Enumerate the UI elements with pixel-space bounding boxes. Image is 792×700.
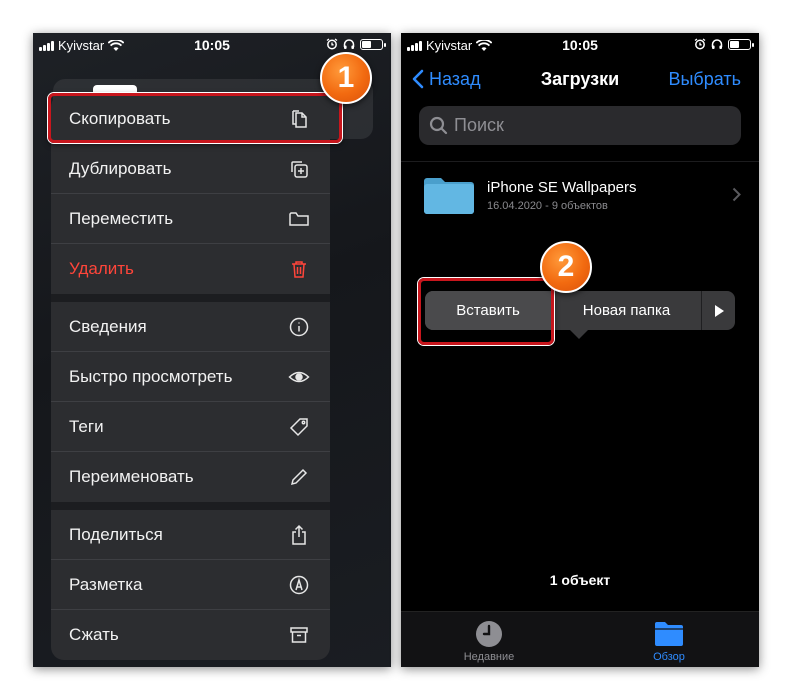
info-icon bbox=[288, 316, 310, 338]
menu-item-label: Быстро просмотреть bbox=[69, 366, 233, 386]
step-badge-2: 2 bbox=[540, 241, 592, 293]
menu-item-delete[interactable]: Удалить bbox=[51, 244, 330, 294]
menu-item-label: Теги bbox=[69, 416, 104, 436]
duplicate-icon bbox=[288, 158, 310, 180]
search-icon bbox=[429, 116, 448, 135]
menu-item-markup[interactable]: Разметка bbox=[51, 560, 330, 610]
menu-item-label: Сведения bbox=[69, 316, 147, 336]
alarm-icon bbox=[694, 38, 706, 50]
new-folder-button[interactable]: Новая папка bbox=[551, 291, 701, 330]
menu-item-share[interactable]: Поделиться bbox=[51, 510, 330, 560]
tab-browse-label: Обзор bbox=[653, 651, 685, 663]
headphones-icon bbox=[343, 39, 355, 49]
tag-icon bbox=[288, 416, 310, 438]
menu-item-duplicate[interactable]: Дублировать bbox=[51, 144, 330, 194]
trash-icon bbox=[288, 258, 310, 280]
folder-meta: 16.04.2020 - 9 объектов bbox=[487, 200, 608, 212]
menu-item-rename[interactable]: Переименовать bbox=[51, 452, 330, 502]
menu-item-info[interactable]: Сведения bbox=[51, 302, 330, 352]
menu-item-label: Переименовать bbox=[69, 467, 194, 486]
highlight-paste-callout bbox=[418, 278, 554, 345]
search-placeholder: Поиск bbox=[454, 115, 504, 135]
folder-icon bbox=[424, 178, 474, 214]
share-icon bbox=[288, 524, 310, 546]
menu-separator bbox=[51, 294, 330, 302]
menu-separator bbox=[51, 502, 330, 510]
menu-item-tags[interactable]: Теги bbox=[51, 402, 330, 452]
menu-item-label: Переместить bbox=[69, 208, 174, 228]
menu-item-label: Поделиться bbox=[69, 524, 163, 544]
tab-browse[interactable]: Обзор bbox=[609, 620, 729, 663]
menu-item-compress[interactable]: Сжать bbox=[51, 610, 330, 660]
markup-icon bbox=[288, 574, 310, 596]
battery-icon bbox=[728, 38, 754, 50]
archive-icon bbox=[288, 624, 310, 646]
battery-icon bbox=[360, 38, 386, 50]
headphones-icon bbox=[711, 39, 723, 49]
context-menu: Скопировать Дублировать Переместить Удал… bbox=[51, 94, 330, 660]
chevron-right-icon bbox=[732, 187, 741, 207]
item-count: 1 объект bbox=[549, 572, 611, 588]
folder-list-item[interactable]: iPhone SE Wallpapers 16.04.2020 - 9 объе… bbox=[401, 169, 759, 229]
menu-item-label: Сжать bbox=[69, 625, 119, 644]
folder-icon bbox=[288, 208, 310, 230]
more-options-button[interactable] bbox=[701, 291, 735, 330]
edit-menu-pointer bbox=[569, 329, 589, 339]
menu-item-move[interactable]: Переместить bbox=[51, 194, 330, 244]
tab-recent-label: Недавние bbox=[463, 651, 515, 663]
select-button[interactable]: Выбрать bbox=[668, 69, 741, 90]
menu-item-label: Дублировать bbox=[69, 158, 172, 178]
status-bar: Kyivstar 10:05 bbox=[401, 33, 759, 57]
content-divider bbox=[401, 161, 759, 162]
eye-icon bbox=[288, 366, 310, 388]
step-badge-1: 1 bbox=[320, 52, 372, 104]
navigation-bar: Назад Загрузки Выбрать bbox=[401, 63, 759, 99]
menu-item-quick-look[interactable]: Быстро просмотреть bbox=[51, 352, 330, 402]
tab-recent[interactable]: Недавние bbox=[429, 620, 549, 663]
highlight-copy-callout bbox=[48, 93, 342, 143]
menu-item-label: Удалить bbox=[69, 259, 134, 278]
alarm-icon bbox=[326, 38, 338, 50]
clock-icon bbox=[476, 621, 502, 647]
right-phone-screen: Kyivstar 10:05 Назад Загрузки Выбрать По… bbox=[401, 33, 759, 667]
play-arrow-icon bbox=[714, 304, 724, 317]
folder-name: iPhone SE Wallpapers bbox=[487, 179, 637, 196]
tab-bar: Недавние Обзор bbox=[401, 611, 759, 667]
search-input[interactable]: Поиск bbox=[419, 106, 741, 145]
pencil-icon bbox=[288, 466, 310, 488]
menu-item-label: Разметка bbox=[69, 574, 143, 594]
folder-icon bbox=[655, 622, 683, 646]
